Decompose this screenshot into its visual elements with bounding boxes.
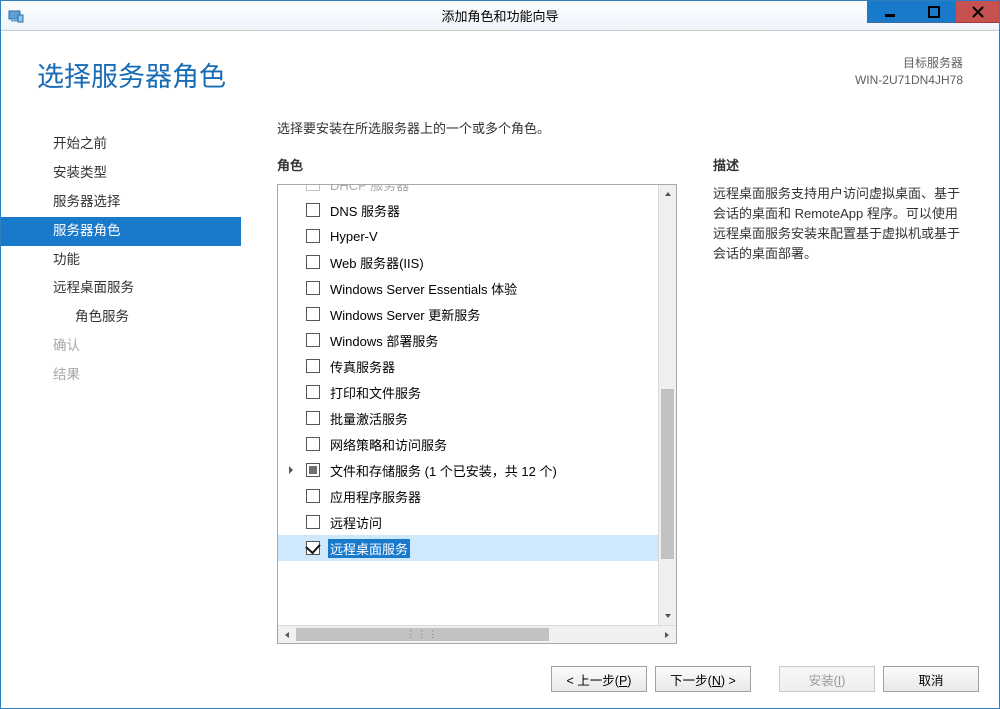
role-description-text: 远程桌面服务支持用户访问虚拟桌面、基于会话的桌面和 RemoteApp 程序。可… [713,184,963,265]
role-row[interactable]: 远程桌面服务 [278,535,658,561]
wizard-main-panel: 选择要安装在所选服务器上的一个或多个角色。 角色 DHCP 服务器 DNS 服务器… [241,106,999,652]
role-checkbox[interactable] [306,463,320,477]
previous-button[interactable]: < 上一步(P) [551,666,647,692]
role-label: DHCP 服务器 [328,185,411,194]
install-button: 安装(I) [779,666,875,692]
wizard-steps-sidebar: 开始之前 安装类型 服务器选择 服务器角色 功能 远程桌面服务 角色服务 确认 … [1,106,241,652]
title-bar: 添加角色和功能向导 [1,1,999,31]
role-checkbox[interactable] [306,515,320,529]
next-button[interactable]: 下一步(N) > [655,666,751,692]
role-label: 远程访问 [328,513,384,532]
step-features[interactable]: 功能 [1,246,241,275]
step-confirm: 确认 [1,332,241,361]
close-button[interactable] [955,1,999,23]
step-server-selection[interactable]: 服务器选择 [1,188,241,217]
role-checkbox[interactable] [306,307,320,321]
wizard-window: 添加角色和功能向导 选择服务器角色 目标服务器 WIN-2U71DN4JH78 … [0,0,1000,709]
role-checkbox[interactable] [306,411,320,425]
target-server-name: WIN-2U71DN4JH78 [855,72,963,89]
role-row[interactable]: 文件和存储服务 (1 个已安装，共 12 个) [278,457,658,483]
role-row[interactable]: Hyper-V [278,223,658,249]
role-row[interactable]: 远程访问 [278,509,658,535]
step-before-begin[interactable]: 开始之前 [1,130,241,159]
role-label: DNS 服务器 [328,201,402,220]
role-label: Windows Server 更新服务 [328,305,482,324]
role-checkbox[interactable] [306,541,320,555]
role-checkbox[interactable] [306,185,320,191]
role-row[interactable]: 应用程序服务器 [278,483,658,509]
role-label: 远程桌面服务 [328,539,410,558]
role-checkbox[interactable] [306,359,320,373]
target-server-info: 目标服务器 WIN-2U71DN4JH78 [855,55,963,90]
hscroll-track[interactable]: ⋮⋮⋮ [296,626,658,643]
scroll-track[interactable] [659,203,676,607]
step-results: 结果 [1,361,241,390]
role-label: 批量激活服务 [328,409,410,428]
scroll-down-button[interactable] [659,607,676,625]
role-checkbox[interactable] [306,203,320,217]
description-column-label: 描述 [713,155,963,174]
step-install-type[interactable]: 安装类型 [1,159,241,188]
role-checkbox[interactable] [306,333,320,347]
expander-icon[interactable] [284,463,298,477]
role-label: Windows 部署服务 [328,331,440,350]
cancel-button[interactable]: 取消 [883,666,979,692]
minimize-button[interactable] [867,1,911,23]
role-row[interactable]: Windows 部署服务 [278,327,658,353]
roles-list-inner: DHCP 服务器 DNS 服务器 Hyper-V Web 服务器(IIS) Window… [278,185,658,625]
hscroll-left-button[interactable] [278,626,296,643]
role-row[interactable]: 传真服务器 [278,353,658,379]
roles-column-label: 角色 [277,155,677,174]
wizard-body: 选择服务器角色 目标服务器 WIN-2U71DN4JH78 开始之前 安装类型 … [1,31,999,708]
vertical-scrollbar[interactable] [658,185,676,625]
wizard-footer: < 上一步(P) 下一步(N) > 安装(I) 取消 [1,652,999,708]
role-label: 网络策略和访问服务 [328,435,449,454]
role-row[interactable]: Web 服务器(IIS) [278,249,658,275]
step-role-services[interactable]: 角色服务 [1,303,241,332]
role-checkbox[interactable] [306,229,320,243]
maximize-button[interactable] [911,1,955,23]
role-row[interactable]: 批量激活服务 [278,405,658,431]
role-checkbox[interactable] [306,489,320,503]
role-checkbox[interactable] [306,437,320,451]
scroll-up-button[interactable] [659,185,676,203]
role-checkbox[interactable] [306,281,320,295]
wizard-icon [7,7,25,25]
role-label: Hyper-V [328,229,380,244]
role-checkbox[interactable] [306,385,320,399]
role-row[interactable]: 网络策略和访问服务 [278,431,658,457]
roles-listbox: DHCP 服务器 DNS 服务器 Hyper-V Web 服务器(IIS) Window… [277,184,677,644]
role-row[interactable]: Windows Server 更新服务 [278,301,658,327]
hscroll-right-button[interactable] [658,626,676,643]
role-label: 应用程序服务器 [328,487,423,506]
step-server-roles[interactable]: 服务器角色 [1,217,241,246]
role-label: Web 服务器(IIS) [328,253,426,272]
role-label: 打印和文件服务 [328,383,423,402]
role-row[interactable]: Windows Server Essentials 体验 [278,275,658,301]
instruction-text: 选择要安装在所选服务器上的一个或多个角色。 [277,118,963,137]
role-label: 传真服务器 [328,357,397,376]
role-label: 文件和存储服务 (1 个已安装，共 12 个) [328,461,559,480]
role-row[interactable]: 打印和文件服务 [278,379,658,405]
role-label: Windows Server Essentials 体验 [328,279,519,298]
step-remote-desktop[interactable]: 远程桌面服务 [1,274,241,303]
window-title: 添加角色和功能向导 [1,6,999,25]
role-checkbox[interactable] [306,255,320,269]
hscroll-thumb[interactable]: ⋮⋮⋮ [296,628,549,641]
target-server-label: 目标服务器 [855,55,963,72]
scroll-thumb[interactable] [661,389,674,559]
horizontal-scrollbar[interactable]: ⋮⋮⋮ [278,625,676,643]
role-row[interactable]: DNS 服务器 [278,197,658,223]
page-title: 选择服务器角色 [37,55,855,94]
role-row[interactable]: DHCP 服务器 [278,185,658,197]
